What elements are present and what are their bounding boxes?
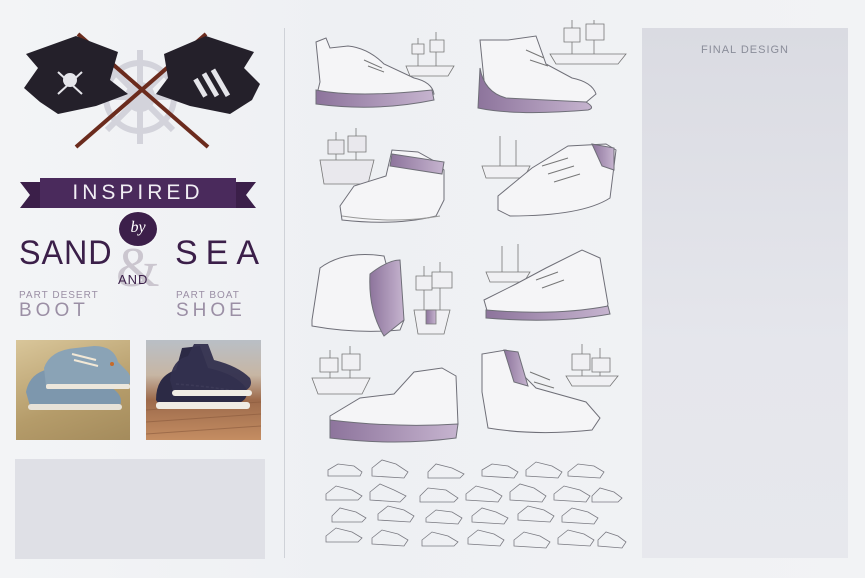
ampersand: & [116, 237, 160, 299]
final-design-panel [642, 28, 848, 558]
title-sand: SAND [19, 234, 113, 272]
title-sea: SEA [175, 234, 268, 272]
ribbon-title: INSPIRED [72, 181, 204, 204]
shoe-sketch-icon [311, 254, 405, 337]
left-column: INSPIRED by SAND & AND SEA PART DESERT B… [0, 0, 284, 578]
sailing-ship-icon [413, 262, 453, 335]
left-placeholder-box [15, 459, 265, 559]
shoe-thumbnails-grid [325, 459, 627, 549]
shoe-sketch-icon [477, 35, 597, 114]
sailing-ship-icon [481, 136, 531, 179]
column-divider [284, 28, 285, 558]
design-board: INSPIRED by SAND & AND SEA PART DESERT B… [0, 0, 865, 578]
subtitle-shoe: SHOE [176, 300, 246, 321]
sailing-ship-icon [485, 244, 531, 283]
sailing-ship-icon [311, 346, 371, 395]
photo-desert-boots [16, 340, 130, 440]
sailing-ship-icon [565, 344, 619, 387]
subtitle-boot: BOOT [19, 300, 89, 321]
shoe-sketches [311, 20, 627, 549]
sailing-ship-icon [549, 20, 627, 65]
shoe-sketch-icon [483, 249, 611, 321]
sailing-ship-icon [319, 128, 375, 185]
sailing-ship-icon [405, 32, 455, 77]
crossed-flags-icon [24, 32, 260, 149]
and-text: AND [118, 272, 149, 287]
photo-boat-shoes [146, 340, 261, 440]
final-design-label: FINAL DESIGN [701, 44, 789, 56]
